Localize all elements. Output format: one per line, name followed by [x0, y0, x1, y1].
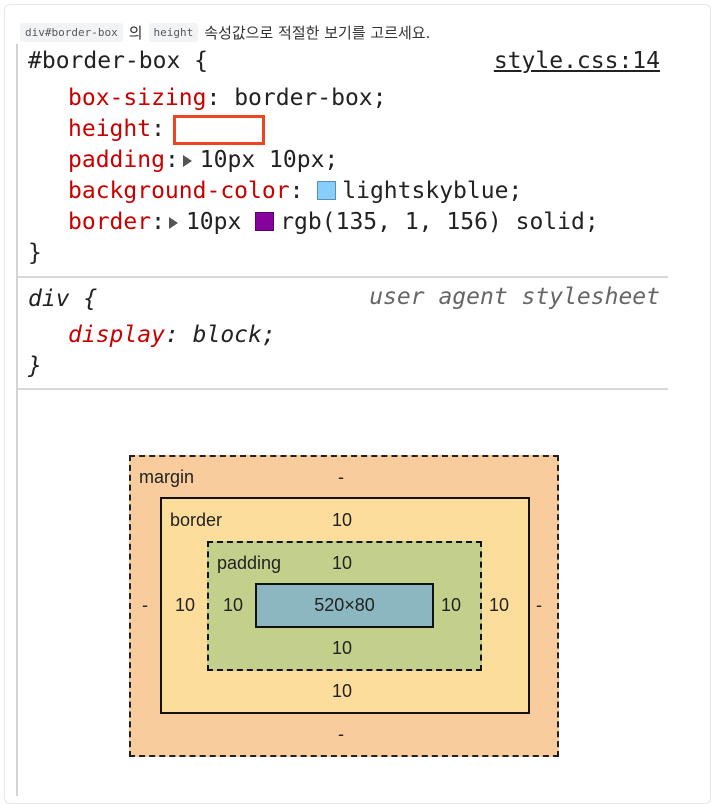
border-right-value[interactable]: 10	[489, 595, 509, 615]
prop-name: background-color	[68, 178, 290, 204]
decl-border: border: 10px rgb(135, 1, 156) solid;	[68, 209, 599, 235]
margin-right-value[interactable]: -	[536, 595, 542, 615]
prop-name: display	[68, 322, 165, 348]
padding-bottom-value[interactable]: 10	[332, 638, 352, 658]
divider	[18, 276, 668, 278]
margin-left-value[interactable]: -	[142, 595, 148, 615]
color-swatch-icon[interactable]	[255, 212, 275, 231]
margin-bottom-value[interactable]: -	[338, 724, 344, 744]
prop-value: lightskyblue;	[342, 178, 523, 204]
decl-display: display: block;	[68, 322, 276, 348]
rule2-close: }	[28, 353, 42, 379]
prop-name: padding	[68, 147, 165, 173]
rule2-selector: div {	[28, 286, 98, 312]
padding-right-value[interactable]: 10	[441, 595, 461, 615]
decl-height: height:	[68, 114, 265, 145]
prop-value: border-box;	[234, 85, 387, 111]
padding-label: padding	[217, 553, 282, 573]
particle-text: 의	[128, 23, 143, 42]
prop-value: 10px 10px;	[199, 147, 339, 173]
expand-triangle-icon[interactable]	[182, 154, 192, 167]
padding-left-value[interactable]: 10	[223, 595, 243, 615]
divider	[18, 388, 668, 390]
border-left-value[interactable]: 10	[175, 595, 195, 615]
prop-value-width: 10px	[185, 209, 242, 235]
height-blank-box	[172, 114, 265, 145]
devtools-styles-screenshot: #border-box { style.css:14 box-sizing: b…	[16, 44, 668, 796]
border-bottom-value[interactable]: 10	[332, 681, 352, 701]
rule2-origin: user agent stylesheet	[369, 284, 660, 310]
prop-value-color: rgb(135, 1, 156) solid;	[280, 209, 599, 235]
border-label: border	[170, 510, 223, 530]
decl-box-sizing: box-sizing: border-box;	[68, 85, 387, 111]
question-text-row: div#border-box 의 height 속성값으로 적절한 보기를 고르…	[20, 20, 430, 44]
color-swatch-icon[interactable]	[317, 181, 337, 200]
decl-background-color: background-color: lightskyblue;	[68, 178, 523, 204]
code-property: height	[148, 22, 199, 42]
border-top-value[interactable]: 10	[332, 510, 352, 530]
decl-padding: padding: 10px 10px;	[68, 147, 339, 173]
padding-top-value[interactable]: 10	[332, 553, 352, 573]
expand-triangle-icon[interactable]	[168, 216, 178, 229]
code-selector: div#border-box	[20, 22, 123, 42]
prop-name: box-sizing	[68, 85, 207, 111]
content-size-value[interactable]: 520×80	[255, 595, 434, 615]
prop-name: height	[68, 116, 152, 142]
question-text: 속성값으로 적절한 보기를 고르세요.	[204, 23, 431, 42]
prop-value: block;	[192, 322, 276, 348]
prop-name: border	[68, 209, 152, 235]
margin-label: margin	[139, 467, 195, 487]
rule1-selector: #border-box {	[28, 48, 209, 74]
margin-top-value[interactable]: -	[338, 467, 344, 487]
rule1-close: }	[28, 240, 42, 266]
source-link[interactable]: style.css:14	[494, 48, 660, 74]
